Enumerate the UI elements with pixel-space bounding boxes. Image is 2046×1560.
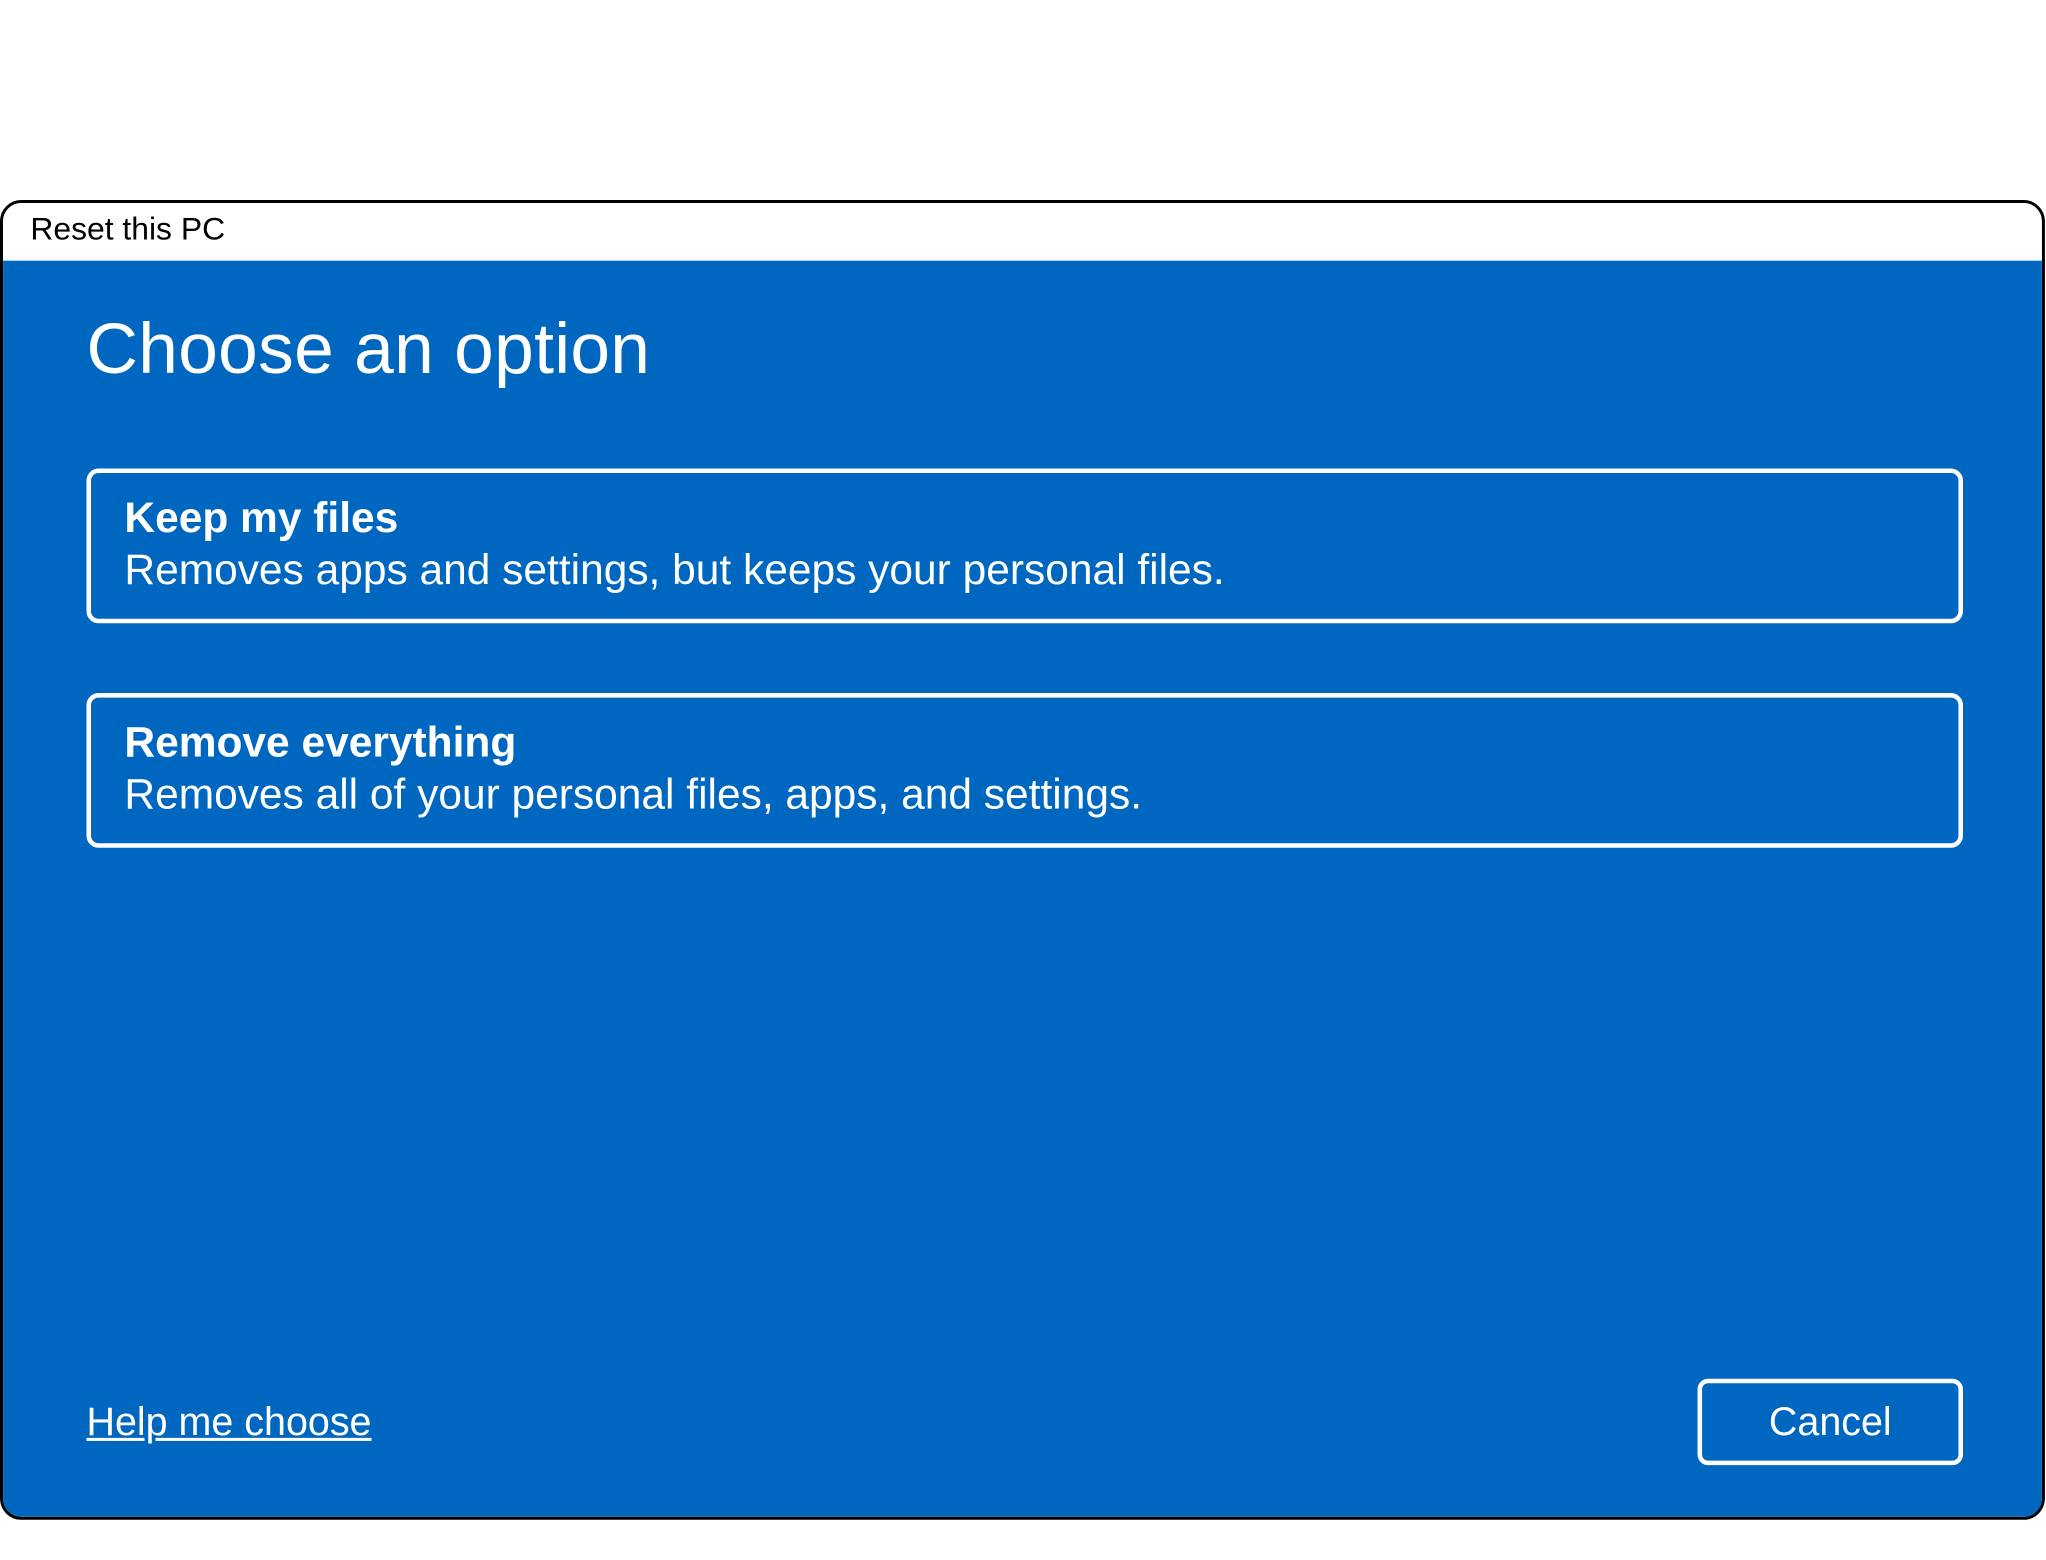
- dialog-footer: Help me choose Cancel: [86, 1379, 1963, 1472]
- dialog-body: Choose an option Keep my files Removes a…: [3, 261, 2042, 1517]
- help-me-choose-link[interactable]: Help me choose: [86, 1398, 371, 1445]
- page-heading: Choose an option: [86, 306, 1963, 389]
- window-title: Reset this PC: [30, 212, 225, 247]
- cancel-button[interactable]: Cancel: [1698, 1379, 1963, 1465]
- dialog-window: Reset this PC Choose an option Keep my f…: [0, 200, 2045, 1520]
- option-remove-everything[interactable]: Remove everything Removes all of your pe…: [86, 693, 1963, 848]
- option-description: Removes apps and settings, but keeps you…: [124, 546, 1925, 595]
- window-titlebar: Reset this PC: [3, 203, 2042, 261]
- option-keep-my-files[interactable]: Keep my files Removes apps and settings,…: [86, 469, 1963, 624]
- option-description: Removes all of your personal files, apps…: [124, 770, 1925, 819]
- option-title: Keep my files: [124, 494, 1925, 543]
- option-title: Remove everything: [124, 719, 1925, 768]
